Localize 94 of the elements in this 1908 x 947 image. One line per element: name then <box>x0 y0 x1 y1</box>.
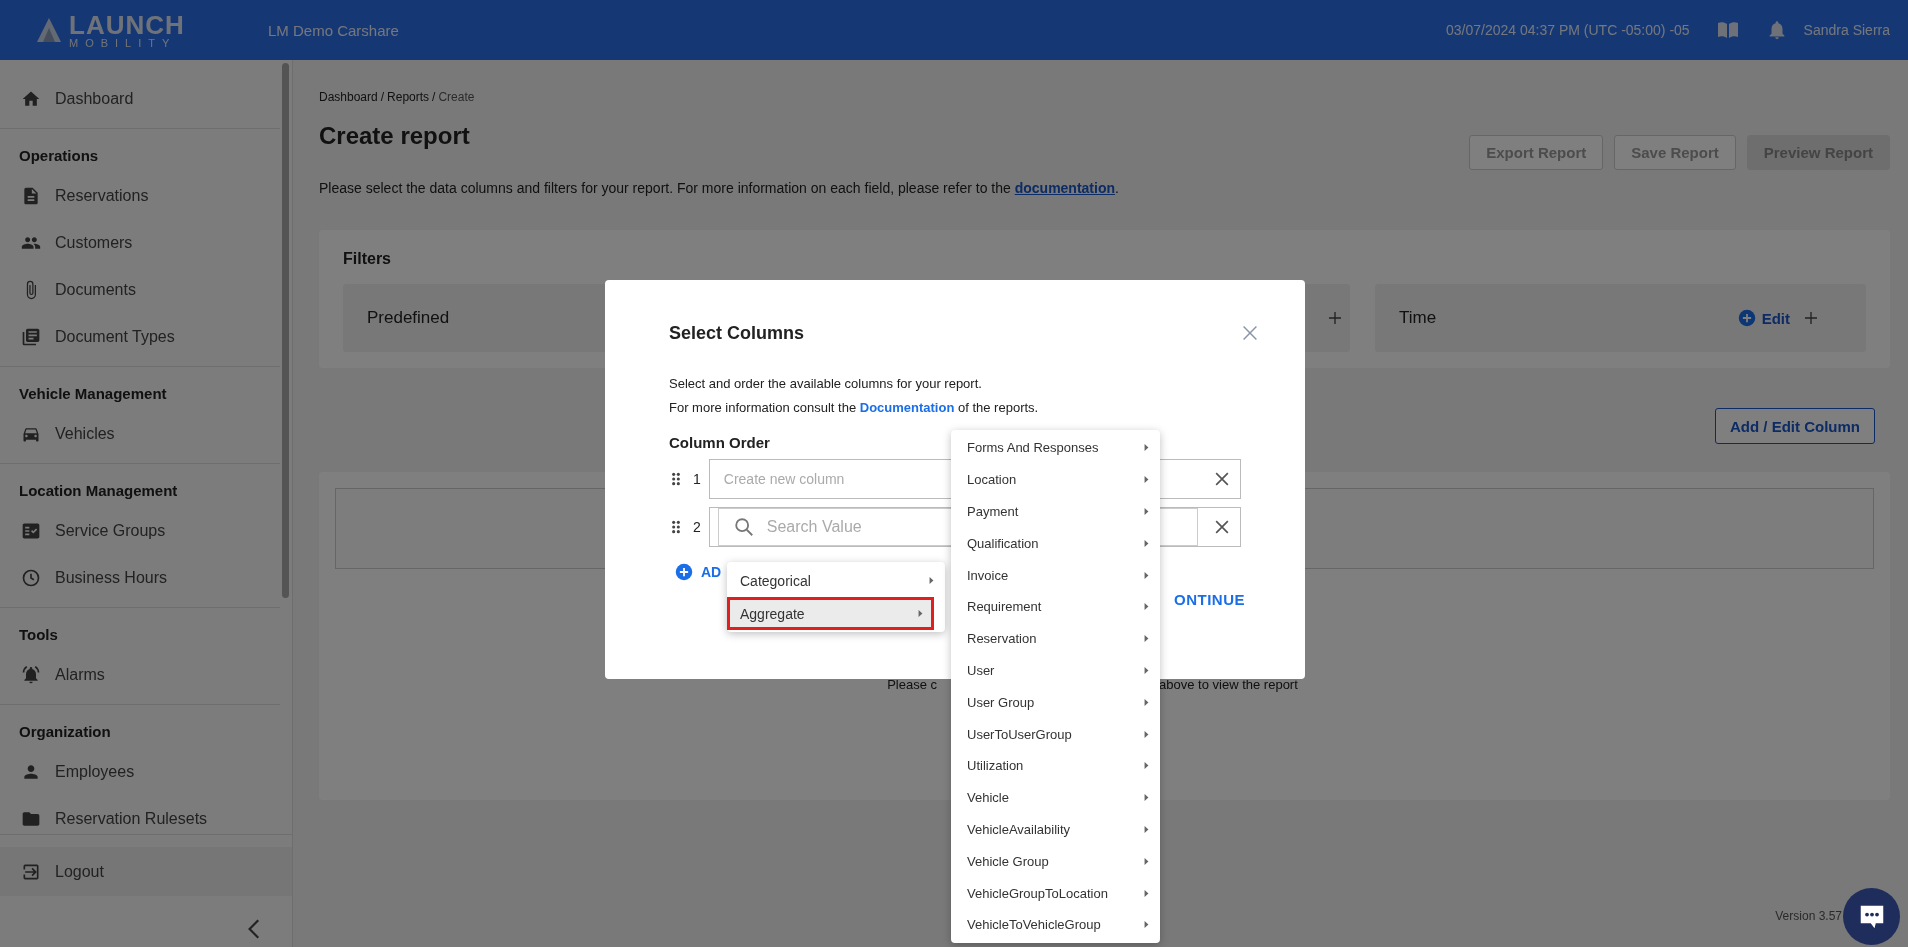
menu-item[interactable]: User <box>951 654 1160 687</box>
caret-right-icon <box>1143 730 1150 738</box>
sidebar-item[interactable]: Reservation Rulesets <box>0 795 208 834</box>
empty-hint-text: above to view the report <box>1159 677 1298 692</box>
plus-icon <box>1326 309 1344 327</box>
sidebar-item[interactable]: Employees <box>0 748 135 795</box>
menu-item[interactable]: Invoice <box>951 559 1160 591</box>
caret-right-icon <box>1143 666 1150 674</box>
drag-handle-icon <box>669 520 683 534</box>
breadcrumb-item[interactable]: Dashboard <box>319 90 378 104</box>
menu-item[interactable]: Qualification <box>951 527 1160 560</box>
add-circle-icon <box>1737 309 1756 327</box>
section-label: Column Order <box>669 434 770 451</box>
date-time: 03/07/2024 04:37 PM (UTC -05:00) -05 <box>1446 22 1690 38</box>
caret-right-icon <box>1143 539 1150 547</box>
add-edit-column-button[interactable]: Add / Edit Column <box>1715 408 1875 444</box>
caret-right-icon <box>1143 825 1150 833</box>
sidebar-item[interactable]: Reservations <box>0 172 149 219</box>
filter-label: Time <box>1399 308 1437 328</box>
version-label: Version 3.57 <box>1775 909 1842 923</box>
caret-right-icon <box>1143 603 1150 611</box>
filter-label: Predefined <box>367 308 450 328</box>
breadcrumb-separator: / <box>380 90 385 104</box>
sidebar-item[interactable]: Documents <box>0 266 136 313</box>
add-circle-icon <box>675 563 693 581</box>
clock-icon <box>21 567 41 588</box>
sidebar-item[interactable]: Dashboard <box>0 75 134 122</box>
menu-item[interactable]: Requirement <box>951 591 1160 623</box>
card-title: Filters <box>343 250 391 268</box>
menu-item[interactable]: Aggregate <box>727 597 934 630</box>
breadcrumb-item: Create <box>438 90 475 104</box>
row-number: 2 <box>693 519 701 535</box>
page-title: Create report <box>319 122 470 150</box>
document-icon <box>21 185 41 206</box>
documentation-link[interactable]: Documentation <box>859 400 955 415</box>
caret-right-icon <box>1143 508 1150 515</box>
caret-right-icon <box>1143 476 1150 484</box>
caret-right-icon <box>917 610 924 617</box>
caret-right-icon <box>1143 762 1150 770</box>
dialog-text: Select and order the available columns for your report. <box>669 375 982 393</box>
sidebar-heading: Vehicle Management <box>18 384 167 404</box>
sidebar-item[interactable]: Business Hours <box>0 554 168 601</box>
dialog-title: Select Columns <box>669 322 805 344</box>
logo-wordmark: LAUNCH <box>69 11 185 38</box>
caret-right-icon <box>1143 444 1150 452</box>
breadcrumb-item[interactable]: Reports <box>387 90 430 104</box>
logo-mark-icon <box>35 16 63 44</box>
menu-item[interactable]: Utilization <box>951 749 1160 782</box>
sidebar-item[interactable]: Vehicles <box>0 410 115 457</box>
caret-right-icon <box>928 577 935 584</box>
sidebar-heading: Tools <box>18 625 58 645</box>
row-number: 1 <box>693 471 701 487</box>
caret-right-icon <box>1143 889 1150 897</box>
search-icon <box>732 516 755 538</box>
page-description: Please select the data columns and filters for your report. For more information on each field, please refer to the documentation. <box>319 180 1120 196</box>
caret-right-icon <box>1143 794 1150 802</box>
dialog-text: For more information consult the Documentation of the reports. <box>669 399 1039 417</box>
list-document-icon <box>21 326 41 347</box>
caret-right-icon <box>1143 921 1150 929</box>
edit-button[interactable]: Edit <box>1737 309 1790 327</box>
menu-item[interactable]: Reservation <box>951 622 1160 655</box>
sidebar-heading: Location Management <box>18 481 178 501</box>
caret-right-icon <box>1143 571 1150 579</box>
menu-item[interactable]: Location <box>951 463 1160 496</box>
empty-hint-text: Please c <box>887 677 938 692</box>
sidebar-item[interactable]: Alarms <box>0 651 105 698</box>
menu-item[interactable]: Categorical <box>727 564 945 597</box>
sidebar-heading: Operations <box>18 146 99 166</box>
alarm-bell-icon <box>21 664 41 685</box>
menu-item[interactable]: VehicleAvailability <box>951 813 1160 846</box>
scrollbar-thumb[interactable] <box>282 63 289 598</box>
menu-item[interactable]: VehicleGroupToLocation <box>951 877 1160 909</box>
logout-item[interactable]: Logout <box>0 847 292 896</box>
caret-right-icon <box>1143 698 1150 706</box>
menu-item[interactable]: Vehicle Group <box>951 845 1160 878</box>
menu-item[interactable]: VehicleToVehicleGroup <box>951 908 1160 941</box>
drag-handle-icon <box>669 472 683 486</box>
add-column-button[interactable]: AD <box>701 564 722 580</box>
logo-subtitle: MOBILITY <box>69 37 178 49</box>
menu-item[interactable]: UserToUserGroup <box>951 718 1160 750</box>
chat-button[interactable] <box>1843 888 1900 945</box>
user-name: Sandra Sierra <box>1803 22 1890 38</box>
sidebar-item[interactable]: Service Groups <box>0 507 166 554</box>
breadcrumb-separator: / <box>432 90 436 104</box>
sidebar-item[interactable]: Customers <box>0 219 133 266</box>
organization-name: LM Demo Carshare <box>268 21 399 39</box>
sidebar-item[interactable]: Document Types <box>0 313 175 360</box>
sidebar-heading: Organization <box>18 722 111 742</box>
caret-right-icon <box>1143 857 1150 865</box>
caret-right-icon <box>1143 635 1150 643</box>
menu-item[interactable]: Vehicle <box>951 781 1160 814</box>
menu-item[interactable]: User Group <box>951 686 1160 719</box>
plus-icon <box>1802 309 1820 327</box>
continue-button[interactable]: ONTINUE <box>1174 591 1245 608</box>
